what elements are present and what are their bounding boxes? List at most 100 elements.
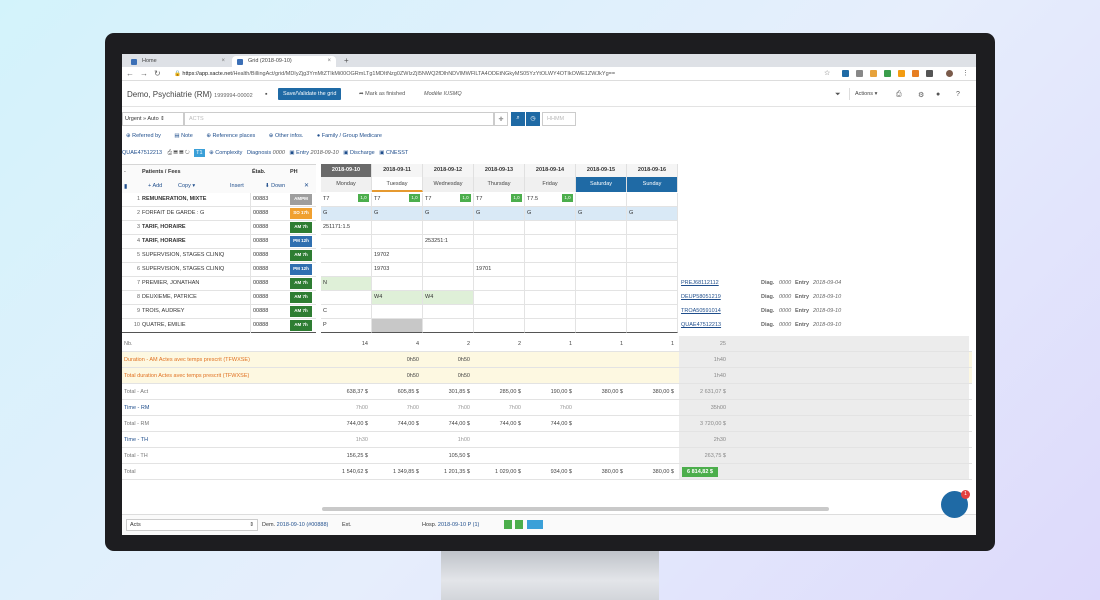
grid-cell[interactable]: G bbox=[321, 207, 372, 221]
grid-cell[interactable]: G bbox=[525, 207, 576, 221]
actions-dropdown[interactable]: Actions ▾ bbox=[849, 88, 882, 100]
cnesst-link[interactable]: ▣ CNESST bbox=[379, 150, 408, 156]
grid-cell[interactable] bbox=[627, 235, 678, 249]
day-name-header[interactable]: Sunday bbox=[627, 177, 678, 192]
table-row[interactable]: 2 FORFAIT DE GARDE : G 00888 SO 17h bbox=[122, 207, 316, 221]
grid-cell[interactable] bbox=[525, 319, 576, 333]
patient-name[interactable]: SUPERVISION, STAGES CLINIQ bbox=[142, 266, 250, 272]
mark-finished-button[interactable]: ➦ Mark as finished bbox=[354, 88, 410, 100]
day-date-header[interactable]: 2018-09-16 bbox=[627, 164, 678, 177]
grid-cell[interactable] bbox=[525, 263, 576, 277]
grid-cell[interactable] bbox=[372, 305, 423, 319]
etab-cell[interactable]: 00888 bbox=[250, 207, 288, 221]
grid-cell[interactable] bbox=[423, 249, 474, 263]
grid-cell[interactable] bbox=[627, 277, 678, 291]
grid-cell[interactable] bbox=[627, 319, 678, 333]
status-green-icon[interactable] bbox=[515, 520, 523, 529]
grid-cell[interactable]: T7.5 1,0 bbox=[525, 193, 576, 207]
etab-cell[interactable]: 00888 bbox=[250, 277, 288, 291]
ph-badge[interactable]: AM 7h bbox=[290, 320, 312, 331]
grid-cell[interactable] bbox=[576, 235, 627, 249]
grid-cell[interactable] bbox=[525, 291, 576, 305]
grid-cell[interactable] bbox=[525, 277, 576, 291]
grid-cell[interactable]: 253251:1 bbox=[423, 235, 474, 249]
grid-cell[interactable]: 19703 bbox=[372, 263, 423, 277]
comment-icon[interactable]: ▪ bbox=[265, 91, 267, 98]
grid-cell[interactable] bbox=[474, 319, 525, 333]
acts-search-input[interactable]: ACTS bbox=[184, 112, 494, 126]
grid-cell[interactable] bbox=[474, 235, 525, 249]
etab-cell[interactable]: 00883 bbox=[250, 193, 288, 207]
complexity-link[interactable]: ⊕ Complexity bbox=[209, 150, 242, 156]
grid-cell[interactable]: 19701 bbox=[474, 263, 525, 277]
grid-cell[interactable] bbox=[321, 249, 372, 263]
grid-cell[interactable] bbox=[474, 221, 525, 235]
patient-name[interactable]: PREMIER, JONATHAN bbox=[142, 280, 250, 286]
day-name-header[interactable]: Friday bbox=[525, 177, 576, 192]
extension-icon[interactable] bbox=[870, 70, 877, 77]
grid-cell[interactable] bbox=[627, 249, 678, 263]
close-icon[interactable]: × bbox=[327, 58, 331, 64]
etab-cell[interactable]: 00888 bbox=[250, 221, 288, 235]
other-infos-link[interactable]: ⊕ Other infos. bbox=[269, 133, 310, 139]
grid-cell[interactable] bbox=[576, 193, 627, 207]
table-row[interactable]: 7 PREMIER, JONATHAN 00888 AM 7h bbox=[122, 277, 316, 291]
table-row[interactable]: 4 TARIF, HORAIRE 00888 PM 12h bbox=[122, 235, 316, 249]
grid-cell[interactable]: 19702 bbox=[372, 249, 423, 263]
print-icon[interactable]: ⎙ ▤ ▦ ↻ bbox=[168, 150, 190, 156]
grid-cell[interactable]: T7 1,0 bbox=[423, 193, 474, 207]
grid-cell[interactable] bbox=[474, 277, 525, 291]
menu-kebab-icon[interactable]: ⋮ bbox=[962, 69, 969, 77]
ph-badge[interactable]: PM 12h bbox=[290, 236, 312, 247]
add-row-button[interactable]: + Add bbox=[148, 183, 162, 189]
extension-icon[interactable] bbox=[856, 70, 863, 77]
forward-icon[interactable]: → bbox=[140, 69, 148, 78]
bookmark-star-icon[interactable]: ☆ bbox=[824, 69, 830, 77]
bottom-acts-select[interactable]: Acts ⇕ bbox=[126, 519, 258, 531]
extension-icon[interactable] bbox=[884, 70, 891, 77]
grid-cell[interactable] bbox=[627, 221, 678, 235]
grid-cell[interactable]: C bbox=[321, 305, 372, 319]
grid-cell[interactable]: T7 1,0 bbox=[474, 193, 525, 207]
grid-cell[interactable] bbox=[423, 305, 474, 319]
grid-cell[interactable] bbox=[576, 277, 627, 291]
reload-icon[interactable]: ↻ bbox=[154, 69, 161, 78]
ph-badge[interactable]: AM 7h bbox=[290, 306, 312, 317]
grid-cell[interactable] bbox=[576, 221, 627, 235]
grid-cell[interactable]: W4 bbox=[372, 291, 423, 305]
day-name-header[interactable]: Wednesday bbox=[423, 177, 474, 192]
grid-cell[interactable]: T7 1,0 bbox=[321, 193, 372, 207]
grid-cell[interactable] bbox=[321, 291, 372, 305]
profile-avatar-icon[interactable] bbox=[946, 70, 953, 77]
grid-cell[interactable] bbox=[576, 263, 627, 277]
grid-cell[interactable] bbox=[321, 263, 372, 277]
patient-name[interactable]: DEUXIEME, PATRICE bbox=[142, 294, 250, 300]
filter-icon[interactable]: ⏷ bbox=[835, 91, 841, 99]
grid-cell[interactable] bbox=[423, 319, 474, 333]
day-date-header[interactable]: 2018-09-11 bbox=[372, 164, 423, 177]
grid-cell[interactable] bbox=[372, 235, 423, 249]
table-row[interactable]: 10 QUATRE, EMILIE 00888 AM 7h bbox=[122, 319, 316, 333]
close-icon[interactable]: × bbox=[221, 58, 225, 64]
day-name-header[interactable]: Saturday bbox=[576, 177, 627, 192]
crosshair-icon[interactable]: ✛ bbox=[494, 112, 508, 126]
grid-cell[interactable] bbox=[627, 305, 678, 319]
table-row[interactable]: 1 REMUNERATION, MIXTE 00883 AMPM bbox=[122, 193, 316, 207]
clock-icon[interactable]: ◷ bbox=[526, 112, 540, 126]
user-icon[interactable]: ● bbox=[936, 91, 940, 98]
day-date-header[interactable]: 2018-09-13 bbox=[474, 164, 525, 177]
patient-ref-link[interactable]: QUAE47512213 bbox=[681, 322, 721, 328]
grid-cell[interactable] bbox=[474, 305, 525, 319]
grid-cell[interactable] bbox=[423, 263, 474, 277]
tab-grid[interactable]: Grid (2018-09-10) × bbox=[232, 56, 336, 67]
close-icon[interactable]: ✕ bbox=[304, 182, 309, 189]
grid-cell[interactable]: G bbox=[423, 207, 474, 221]
etab-cell[interactable]: 00888 bbox=[250, 305, 288, 319]
discharge-link[interactable]: ▣ Discharge bbox=[343, 150, 375, 156]
grid-cell[interactable] bbox=[372, 277, 423, 291]
grid-cell[interactable]: G bbox=[576, 207, 627, 221]
grid-cell[interactable] bbox=[423, 221, 474, 235]
grid-cell[interactable]: P bbox=[321, 319, 372, 333]
status-green-icon[interactable] bbox=[504, 520, 512, 529]
grid-cell[interactable] bbox=[576, 249, 627, 263]
